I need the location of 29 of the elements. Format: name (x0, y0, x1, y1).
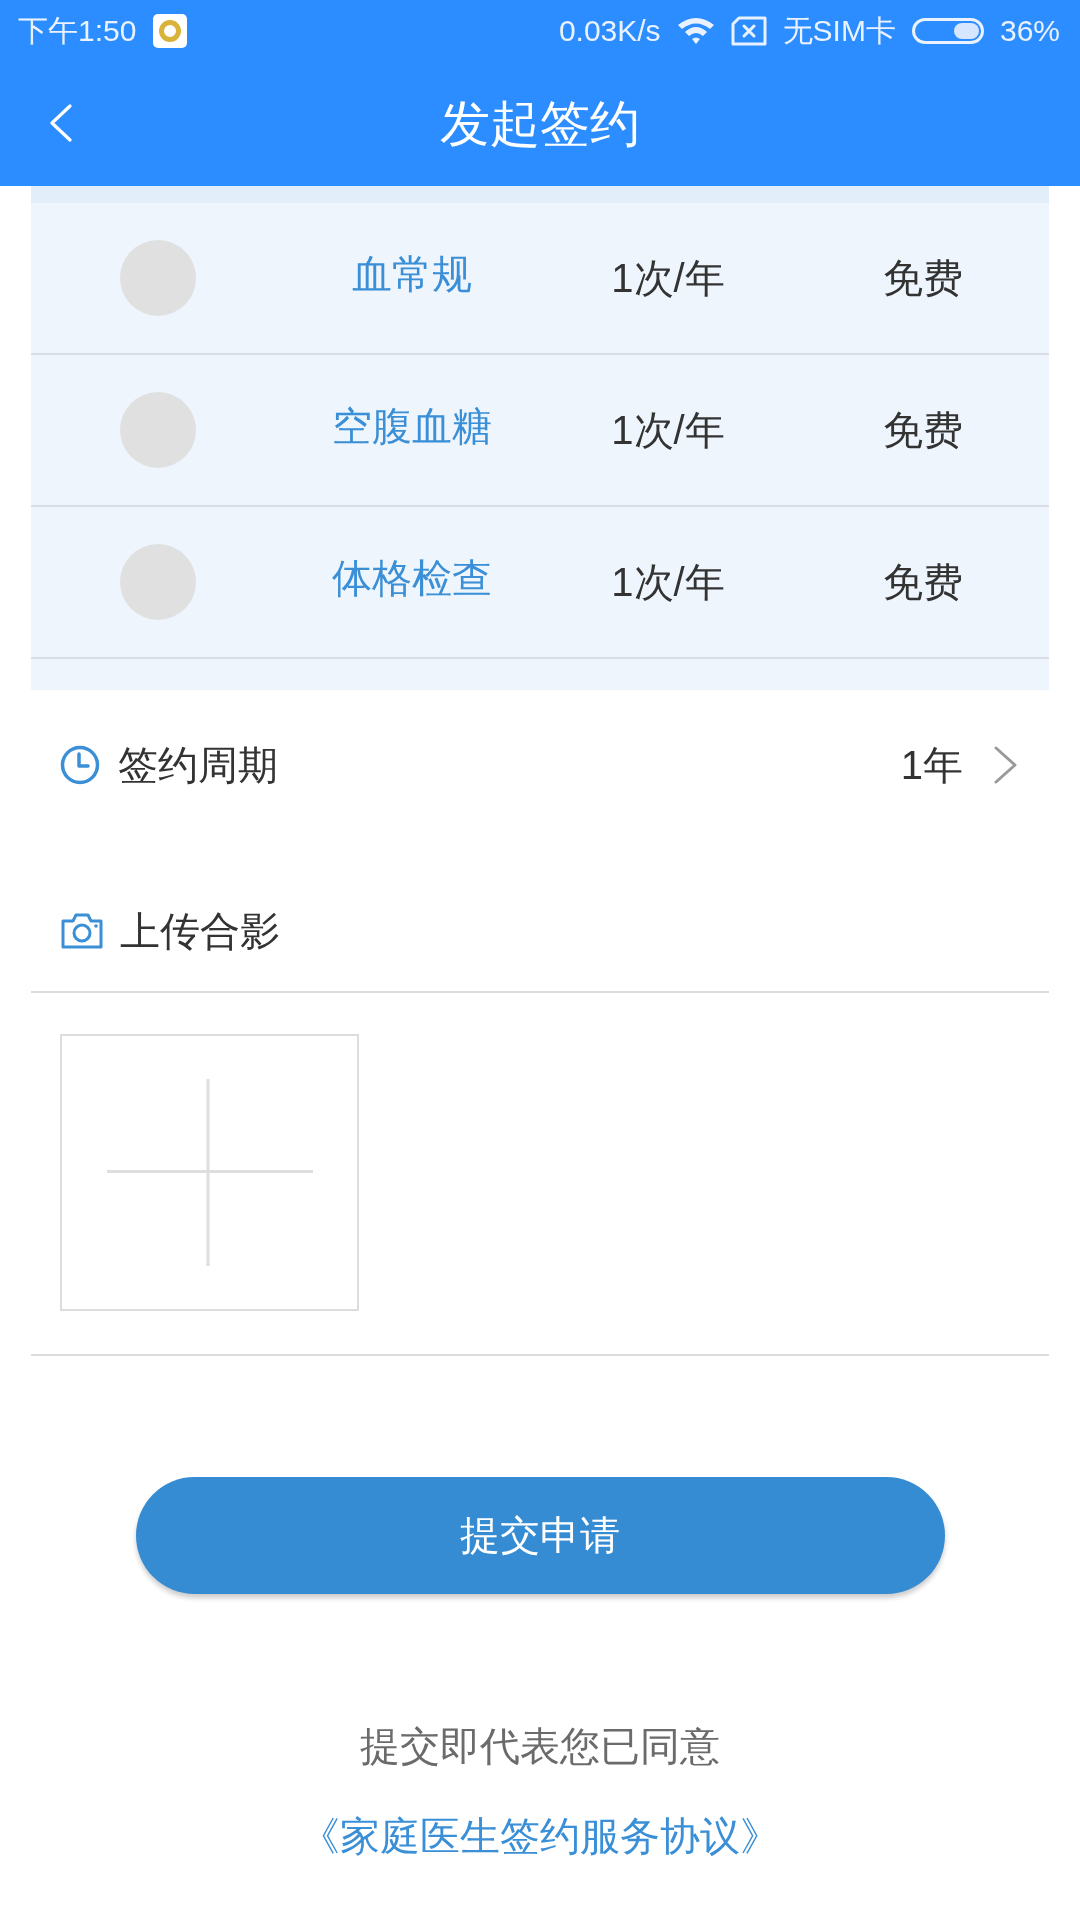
status-time: 下午1:50 (18, 13, 137, 49)
sign-period-value[interactable]: 1年 (900, 741, 963, 789)
sim-status: 无SIM卡 (782, 13, 896, 49)
service-fee: 免费 (883, 559, 963, 606)
submit-button[interactable]: 提交申请 (135, 1477, 945, 1594)
no-sim-icon (730, 16, 767, 46)
plus-icon (106, 1079, 313, 1266)
service-fee: 免费 (883, 407, 963, 454)
chevron-right-icon[interactable] (993, 745, 1019, 785)
service-name: 空腹血糖 (332, 403, 492, 450)
page-title: 发起签约 (440, 95, 640, 154)
service-name: 血常规 (352, 251, 472, 298)
sign-period-label: 签约周期 (118, 742, 278, 789)
service-name: 体格检查 (332, 555, 492, 602)
back-icon[interactable] (49, 104, 73, 142)
wifi-icon (676, 16, 715, 46)
service-frequency: 1次/年 (611, 407, 725, 454)
agreement-link[interactable]: 《家庭医生签约服务协议》 (300, 1808, 780, 1864)
upload-photo-label: 上传合影 (120, 908, 280, 955)
service-frequency: 1次/年 (611, 255, 725, 302)
agreement-notice: 提交即代表您已同意 (360, 1723, 720, 1770)
service-frequency: 1次/年 (611, 559, 725, 606)
battery-percent: 36% (999, 13, 1060, 49)
battery-icon (911, 16, 984, 46)
camera-icon (60, 912, 104, 950)
service-fee: 免费 (883, 255, 963, 302)
notification-app-icon (153, 14, 188, 48)
clock-icon (60, 745, 100, 785)
network-speed: 0.03K/s (558, 13, 661, 49)
